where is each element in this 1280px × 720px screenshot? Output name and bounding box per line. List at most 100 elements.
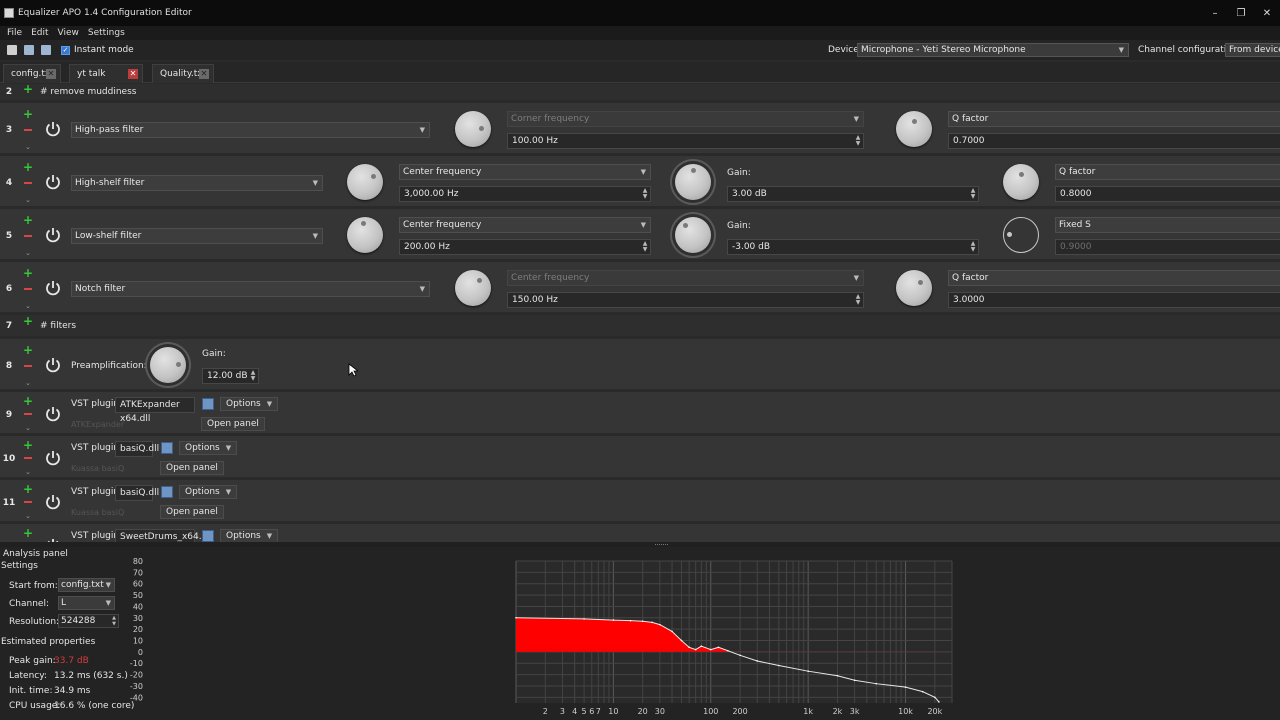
frequency-mode-select[interactable]: Center frequency ▼ bbox=[399, 164, 651, 180]
close-tab-icon[interactable]: ✕ bbox=[199, 69, 209, 79]
frequency-knob[interactable] bbox=[347, 217, 383, 253]
maximize-button[interactable]: ❐ bbox=[1228, 0, 1254, 26]
spin-arrows-icon[interactable]: ▲ ▼ bbox=[642, 241, 648, 253]
frequency-knob[interactable] bbox=[455, 111, 491, 147]
spin-arrows-icon[interactable]: ▲ ▼ bbox=[642, 188, 648, 200]
power-icon[interactable] bbox=[43, 119, 63, 139]
open-file-icon[interactable] bbox=[161, 442, 173, 454]
channel-config-select[interactable]: From device (S bbox=[1225, 43, 1280, 57]
open-file-icon[interactable] bbox=[161, 486, 173, 498]
q-input[interactable]: 3.0000 bbox=[948, 292, 1280, 308]
frequency-input[interactable]: 150.00 Hz ▲ ▼ bbox=[507, 292, 864, 308]
menu-file[interactable]: File bbox=[7, 28, 22, 38]
menu-settings[interactable]: Settings bbox=[88, 28, 125, 38]
q-knob[interactable] bbox=[1003, 164, 1039, 200]
frequency-mode-select[interactable]: Center frequency ▼ bbox=[507, 270, 864, 286]
chevron-down-icon[interactable]: ⌄ bbox=[25, 424, 31, 432]
remove-icon[interactable] bbox=[23, 412, 33, 416]
spin-arrows-icon[interactable]: ▲ ▼ bbox=[970, 188, 976, 200]
remove-icon[interactable] bbox=[23, 128, 33, 132]
remove-icon[interactable] bbox=[23, 234, 33, 238]
power-icon[interactable] bbox=[43, 404, 63, 424]
frequency-mode-select[interactable]: Corner frequency ▼ bbox=[507, 111, 864, 127]
power-icon[interactable] bbox=[43, 492, 63, 512]
spin-arrows-icon[interactable]: ▲ ▼ bbox=[855, 294, 861, 306]
q-mode-select[interactable]: Q factor bbox=[948, 270, 1280, 286]
power-icon[interactable] bbox=[43, 278, 63, 298]
remove-icon[interactable] bbox=[23, 287, 33, 291]
open-file-icon[interactable] bbox=[202, 530, 214, 542]
q-input[interactable]: 0.8000 bbox=[1055, 186, 1280, 202]
q-input[interactable]: 0.7000 bbox=[948, 133, 1280, 149]
frequency-input[interactable]: 200.00 Hz ▲ ▼ bbox=[399, 239, 651, 255]
frequency-mode-select[interactable]: Center frequency ▼ bbox=[399, 217, 651, 233]
add-icon[interactable]: + bbox=[23, 483, 33, 495]
open-panel-button[interactable]: Open panel bbox=[201, 417, 265, 431]
menu-edit[interactable]: Edit bbox=[31, 28, 48, 38]
add-icon[interactable]: + bbox=[23, 267, 33, 279]
power-icon[interactable] bbox=[43, 355, 63, 375]
gain-input[interactable]: 12.00 dB ▲ ▼ bbox=[202, 368, 259, 384]
chevron-down-icon[interactable]: ⌄ bbox=[25, 302, 31, 310]
new-file-icon[interactable] bbox=[7, 45, 17, 55]
dll-path-input[interactable]: ATKExpander x64.dll bbox=[115, 397, 195, 424]
tab-config[interactable]: config.txt ✕ bbox=[3, 64, 61, 83]
instant-mode-checkbox[interactable]: ✓ bbox=[61, 45, 70, 55]
close-tab-icon[interactable]: ✕ bbox=[46, 69, 56, 79]
tab-quality[interactable]: Quality.txt ✕ bbox=[152, 64, 214, 83]
device-select[interactable]: Microphone - Yeti Stereo Microphone ▼ bbox=[857, 43, 1129, 57]
menu-view[interactable]: View bbox=[58, 28, 79, 38]
filter-type-select[interactable]: High-pass filter ▼ bbox=[71, 122, 430, 138]
power-icon[interactable] bbox=[43, 172, 63, 192]
close-button[interactable]: ✕ bbox=[1254, 0, 1280, 26]
gain-input[interactable]: -3.00 dB ▲ ▼ bbox=[727, 239, 979, 255]
add-icon[interactable]: + bbox=[23, 315, 33, 327]
add-icon[interactable]: + bbox=[23, 395, 33, 407]
save-all-icon[interactable] bbox=[41, 45, 51, 55]
filter-type-select[interactable]: Low-shelf filter ▼ bbox=[71, 228, 323, 244]
options-button[interactable]: Options ▼ bbox=[179, 485, 238, 499]
gain-knob[interactable] bbox=[150, 347, 186, 383]
remove-icon[interactable] bbox=[23, 500, 33, 504]
filter-type-select[interactable]: High-shelf filter ▼ bbox=[71, 175, 323, 191]
minimize-button[interactable]: – bbox=[1202, 0, 1228, 26]
open-panel-button[interactable]: Open panel bbox=[160, 505, 224, 519]
gain-knob[interactable] bbox=[675, 217, 711, 253]
options-button[interactable]: Options ▼ bbox=[220, 397, 279, 411]
dll-path-input[interactable]: basiQ.dll bbox=[115, 485, 159, 501]
add-icon[interactable]: + bbox=[23, 83, 33, 95]
dll-path-input[interactable]: SweetDrums_x64.dll bbox=[115, 529, 212, 542]
frequency-knob[interactable] bbox=[455, 270, 491, 306]
spin-arrows-icon[interactable]: ▲ ▼ bbox=[855, 135, 861, 147]
q-mode-select[interactable]: Q factor bbox=[1055, 164, 1280, 180]
remove-icon[interactable] bbox=[23, 181, 33, 185]
power-icon[interactable] bbox=[43, 448, 63, 468]
gain-input[interactable]: 3.00 dB ▲ ▼ bbox=[727, 186, 979, 202]
q-mode-select[interactable]: Q factor bbox=[948, 111, 1280, 127]
close-tab-icon[interactable]: ✕ bbox=[128, 69, 138, 79]
add-icon[interactable]: + bbox=[23, 214, 33, 226]
q-knob[interactable] bbox=[896, 111, 932, 147]
spin-arrows-icon[interactable]: ▲ ▼ bbox=[970, 241, 976, 253]
comment-text[interactable]: # remove muddiness bbox=[40, 87, 136, 97]
power-icon[interactable] bbox=[43, 225, 63, 245]
frequency-response-chart[interactable]: 80706050403020100-10-20-30-402 3 4 5 6 7 10 20 3… bbox=[0, 547, 1280, 720]
add-icon[interactable]: + bbox=[23, 527, 33, 539]
remove-icon[interactable] bbox=[23, 456, 33, 460]
options-button[interactable]: Options ▼ bbox=[220, 529, 279, 542]
tab-yt-talk-sets[interactable]: yt talk sets.txt✕ bbox=[69, 64, 143, 97]
add-icon[interactable]: + bbox=[23, 344, 33, 356]
chevron-down-icon[interactable]: ⌄ bbox=[25, 249, 31, 257]
frequency-input[interactable]: 100.00 Hz ▲ ▼ bbox=[507, 133, 864, 149]
options-button[interactable]: Options ▼ bbox=[179, 441, 238, 455]
add-icon[interactable]: + bbox=[23, 108, 33, 120]
spin-arrows-icon[interactable]: ▲ ▼ bbox=[250, 370, 256, 382]
open-file-icon[interactable] bbox=[202, 398, 214, 410]
chevron-down-icon[interactable]: ⌄ bbox=[25, 143, 31, 151]
chevron-down-icon[interactable]: ⌄ bbox=[25, 512, 31, 520]
frequency-knob[interactable] bbox=[347, 164, 383, 200]
add-icon[interactable]: + bbox=[23, 439, 33, 451]
filter-type-select[interactable]: Notch filter ▼ bbox=[71, 281, 430, 297]
remove-icon[interactable] bbox=[23, 364, 33, 368]
chevron-down-icon[interactable]: ⌄ bbox=[25, 379, 31, 387]
